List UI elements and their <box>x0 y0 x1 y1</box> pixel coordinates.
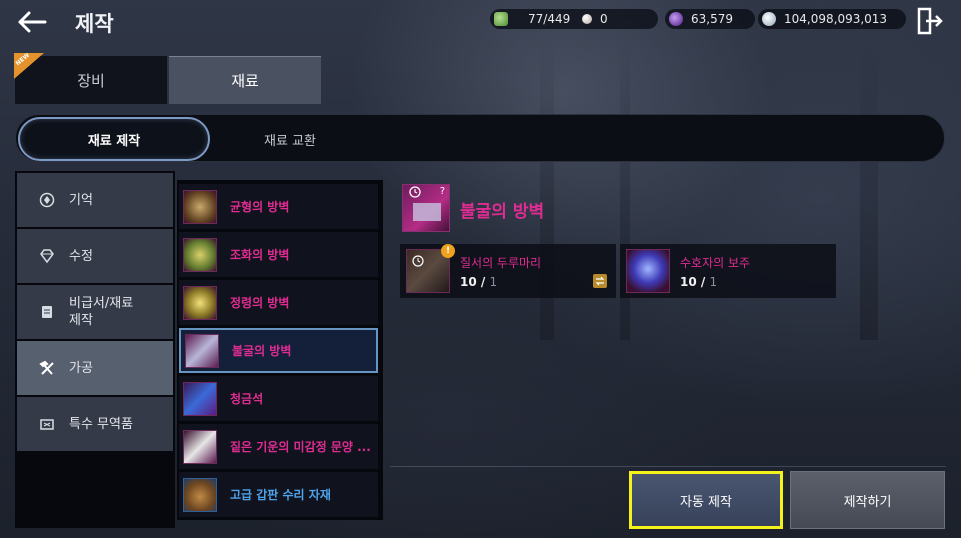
green-gem-icon <box>494 12 508 26</box>
category-label: 기억 <box>69 192 93 208</box>
exit-door-icon <box>917 7 943 35</box>
back-button[interactable] <box>14 6 50 38</box>
category-label: 수정 <box>69 248 93 264</box>
material-count: 10 / 1 <box>680 274 718 289</box>
material-slot[interactable]: 수호자의 보주 10 / 1 <box>620 244 836 298</box>
list-item[interactable]: 불굴의 방벽 <box>179 328 378 373</box>
material-name: 수호자의 보주 <box>680 255 751 270</box>
item-label: 짙은 기운의 미감정 문양 ... <box>230 440 371 454</box>
currency-purple: 63,579 <box>665 9 755 29</box>
exit-button[interactable] <box>916 6 944 36</box>
item-label: 고급 갑판 수리 자재 <box>230 488 331 502</box>
unidentified-pattern-icon <box>183 429 217 464</box>
list-item[interactable]: 균형의 방벽 <box>179 184 378 229</box>
sub-tab-bar: 재료 제작 재료 교환 <box>15 114 945 162</box>
order-scroll-icon: ! <box>406 244 455 293</box>
indomitable-barrier-icon <box>185 333 219 368</box>
list-item[interactable]: 고급 갑판 수리 자재 <box>179 472 378 517</box>
memory-icon <box>39 192 55 208</box>
category-scroll-craft[interactable]: 비급서/재료 제작 <box>17 285 173 339</box>
hammer-icon <box>39 360 55 376</box>
tab-equipment[interactable]: 장비 <box>15 56 167 104</box>
top-bar: 제작 77/449 0 63,579 104,098,093,013 <box>0 0 961 44</box>
material-slot[interactable]: ! 질서의 두루마리 10 / 1 <box>400 244 616 298</box>
page-title: 제작 <box>75 12 114 36</box>
currency-energy-value: 77/449 <box>528 12 571 26</box>
category-label: 비급서/재료 제작 <box>69 296 134 328</box>
arrow-left-icon <box>18 11 47 33</box>
new-badge-label: NEW <box>14 51 32 68</box>
spirit-barrier-icon <box>183 285 217 320</box>
item-label: 청금석 <box>230 392 264 406</box>
material-count: 10 / 1 <box>460 274 498 289</box>
currency-silver-value: 104,098,093,013 <box>784 12 888 26</box>
list-item[interactable]: 청금석 <box>179 376 378 421</box>
deck-repair-material-icon <box>183 477 217 512</box>
crystal-icon <box>39 248 55 264</box>
category-crystal[interactable]: 수정 <box>17 229 173 283</box>
exchange-icon[interactable] <box>593 274 607 288</box>
guardian-orb-icon <box>626 249 670 293</box>
tab-materials[interactable]: 재료 <box>169 56 321 104</box>
currency-silver: 104,098,093,013 <box>758 9 906 29</box>
auto-craft-button[interactable]: 자동 제작 <box>629 471 783 529</box>
tab-material-craft[interactable]: 재료 제작 <box>18 117 210 161</box>
trade-goods-icon <box>39 416 55 432</box>
craft-button[interactable]: 제작하기 <box>790 471 945 529</box>
item-label: 균형의 방벽 <box>230 200 290 214</box>
category-memory[interactable]: 기억 <box>17 173 173 227</box>
list-item[interactable]: 짙은 기운의 미감정 문양 ... <box>179 424 378 469</box>
selected-item-title: 불굴의 방벽 <box>460 202 545 222</box>
tab-material-exchange[interactable]: 재료 교환 <box>194 117 386 161</box>
purple-orb-icon <box>669 12 683 26</box>
pearl-icon <box>582 14 592 24</box>
category-label: 가공 <box>69 360 93 376</box>
currency-pearl: 0 <box>578 9 658 29</box>
item-label: 정령의 방벽 <box>230 296 290 310</box>
alert-badge: ! <box>441 244 455 258</box>
balance-barrier-icon <box>183 189 217 224</box>
harmony-barrier-icon <box>183 237 217 272</box>
item-label: 조화의 방벽 <box>230 248 290 262</box>
unknown-badge: ? <box>439 186 445 197</box>
material-have: 10 <box>680 274 697 289</box>
silver-coin-icon <box>762 12 776 26</box>
item-list: 균형의 방벽 조화의 방벽 정령의 방벽 불굴의 방벽 청금석 짙은 기운의 미… <box>177 180 383 520</box>
list-item[interactable]: 조화의 방벽 <box>179 232 378 277</box>
item-label: 불굴의 방벽 <box>232 344 292 358</box>
clock-icon <box>412 255 424 267</box>
category-list: 기억 수정 비급서/재료 제작 가공 특수 무역품 <box>15 171 175 528</box>
selected-item-icon[interactable]: ? <box>402 184 450 232</box>
currency-pearl-value: 0 <box>600 12 608 26</box>
list-item[interactable]: 정령의 방벽 <box>179 280 378 325</box>
material-name: 질서의 두루마리 <box>460 255 542 270</box>
category-label: 특수 무역품 <box>69 416 133 432</box>
lapis-icon <box>183 381 217 416</box>
scroll-icon <box>39 304 55 320</box>
material-need: 1 <box>489 274 498 289</box>
currency-purple-value: 63,579 <box>691 12 733 26</box>
background-tree <box>860 40 878 340</box>
material-need: 1 <box>709 274 718 289</box>
material-have: 10 <box>460 274 477 289</box>
category-processing[interactable]: 가공 <box>17 341 173 395</box>
category-trade-goods[interactable]: 특수 무역품 <box>17 397 173 451</box>
divider <box>390 466 946 467</box>
